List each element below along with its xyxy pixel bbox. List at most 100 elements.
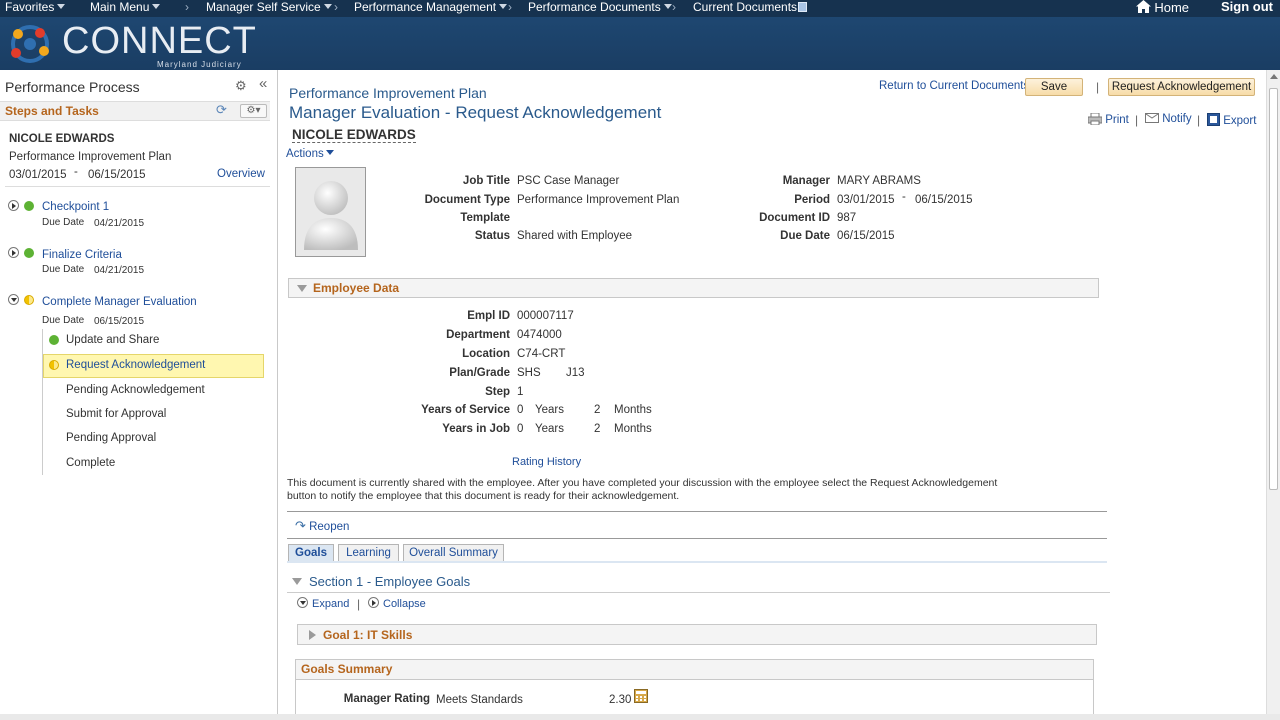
chevron-down-icon xyxy=(663,4,672,9)
due-date-label: Due Date xyxy=(42,264,85,275)
plan-value: SHS xyxy=(517,367,541,379)
separator: | xyxy=(357,597,361,611)
years-in-job-years: 0 xyxy=(517,423,524,435)
export-link[interactable]: Export xyxy=(1207,113,1256,127)
chevron-down-icon xyxy=(325,150,334,155)
task-complete[interactable]: Complete xyxy=(66,457,115,469)
overview-link[interactable]: Overview xyxy=(217,168,265,180)
print-icon xyxy=(1087,112,1103,126)
complete-status-icon xyxy=(24,248,34,258)
calculator-icon[interactable] xyxy=(634,689,648,703)
reopen-icon: ↷ xyxy=(295,518,306,533)
due-date-label: Due Date xyxy=(42,315,85,326)
collapse-step-button[interactable] xyxy=(8,294,19,305)
years-word: Years xyxy=(535,423,564,435)
job-title-label: Job Title xyxy=(462,175,510,187)
in-progress-status-icon xyxy=(49,360,59,370)
reopen-link[interactable]: ↷ Reopen xyxy=(295,518,349,534)
tab-learning[interactable]: Learning xyxy=(338,544,399,562)
task-pending-approval[interactable]: Pending Approval xyxy=(66,432,156,444)
step-checkpoint-1[interactable]: Checkpoint 1 xyxy=(42,201,109,213)
grade-value: J13 xyxy=(566,367,585,379)
toolbar-separator: | xyxy=(1197,113,1201,127)
print-link[interactable]: Print xyxy=(1087,112,1129,126)
nav-main-menu[interactable]: Main Menu xyxy=(90,0,161,14)
notify-icon xyxy=(1145,113,1159,123)
divider xyxy=(287,538,1107,539)
toolbar-separator: | xyxy=(1135,113,1139,127)
steps-header-label: Steps and Tasks xyxy=(5,104,99,118)
gear-icon[interactable]: ⚙ xyxy=(235,78,247,94)
page-title: Manager Evaluation - Request Acknowledge… xyxy=(289,103,662,122)
years-in-job-label: Years in Job xyxy=(442,423,510,435)
main-content: Performance Improvement Plan Manager Eva… xyxy=(279,70,1266,714)
home-link[interactable]: Home xyxy=(1136,0,1189,15)
nav-current-documents[interactable]: Current Documents xyxy=(693,0,808,14)
scrollbar-thumb[interactable] xyxy=(1269,88,1278,490)
breadcrumb-separator: › xyxy=(508,0,512,14)
months-word: Months xyxy=(614,423,652,435)
expand-all-link[interactable]: Expand xyxy=(297,597,349,610)
department-value: 0474000 xyxy=(517,329,562,341)
task-request-acknowledgement[interactable]: Request Acknowledgement xyxy=(66,359,205,371)
reopen-label: Reopen xyxy=(309,521,350,533)
collapse-panel-icon[interactable]: « xyxy=(259,75,267,92)
collapse-section-icon[interactable] xyxy=(292,578,302,585)
export-icon xyxy=(1207,113,1220,126)
actions-label: Actions xyxy=(286,148,324,160)
tab-overall-summary[interactable]: Overall Summary xyxy=(403,544,504,562)
horizontal-scrollbar[interactable] xyxy=(0,714,1280,720)
task-update-and-share[interactable]: Update and Share xyxy=(66,334,159,346)
years-word: Years xyxy=(535,404,564,416)
home-label: Home xyxy=(1154,0,1190,15)
collapse-label: Collapse xyxy=(383,598,426,610)
chevron-down-icon xyxy=(499,4,508,9)
period-label: Period xyxy=(794,194,830,206)
empl-id-label: Empl ID xyxy=(467,310,510,322)
nav-performance-management[interactable]: Performance Management xyxy=(354,0,508,14)
collapse-all-link[interactable]: Collapse xyxy=(368,597,426,610)
step-label: Step xyxy=(485,386,510,398)
years-of-service-label: Years of Service xyxy=(421,404,510,416)
settings-menu-button[interactable]: ⚙▾ xyxy=(240,104,267,118)
nav-manager-self-service[interactable]: Manager Self Service xyxy=(206,0,332,14)
step-finalize-criteria[interactable]: Finalize Criteria xyxy=(42,249,122,261)
notify-label: Notify xyxy=(1162,113,1192,125)
manager-label: Manager xyxy=(782,175,830,187)
goal-1-header[interactable]: Goal 1: IT Skills xyxy=(297,624,1097,645)
expand-step-button[interactable] xyxy=(8,200,19,211)
print-label: Print xyxy=(1105,114,1129,126)
scroll-up-arrow-icon[interactable] xyxy=(1270,74,1278,79)
nav-performance-documents[interactable]: Performance Documents xyxy=(528,0,672,14)
tab-goals[interactable]: Goals xyxy=(288,544,334,562)
period-end: 06/15/2015 xyxy=(88,169,146,181)
months-word: Months xyxy=(614,404,652,416)
actions-menu[interactable]: Actions xyxy=(286,148,334,160)
collapse-section-icon xyxy=(297,285,307,292)
period-start: 03/01/2015 xyxy=(9,169,67,181)
avatar-icon xyxy=(304,181,358,250)
document-id-label: Document ID xyxy=(759,212,830,224)
tab-underline xyxy=(287,561,1107,563)
department-label: Department xyxy=(446,329,510,341)
nav-favorites[interactable]: Favorites xyxy=(5,0,66,14)
logo-text: CONNECT xyxy=(62,20,257,62)
manager-value: MARY ABRAMS xyxy=(837,175,921,187)
return-to-current-documents-link[interactable]: Return to Current Documents xyxy=(879,80,1029,92)
step-value: 1 xyxy=(517,386,524,398)
sign-out-link[interactable]: Sign out xyxy=(1221,0,1273,14)
vertical-scrollbar[interactable] xyxy=(1266,70,1280,714)
location-value: C74-CRT xyxy=(517,348,566,360)
document-type-value: Performance Improvement Plan xyxy=(517,194,680,206)
task-pending-acknowledgement[interactable]: Pending Acknowledgement xyxy=(66,384,205,396)
request-acknowledgement-button[interactable]: Request Acknowledgement xyxy=(1108,78,1255,96)
notify-link[interactable]: Notify xyxy=(1145,113,1192,125)
employee-data-section-header[interactable]: Employee Data xyxy=(288,278,1099,298)
goals-summary-panel: Goals Summary Manager Rating Meets Stand… xyxy=(295,659,1094,714)
task-submit-for-approval[interactable]: Submit for Approval xyxy=(66,408,166,420)
refresh-icon[interactable]: ⟳ xyxy=(216,102,227,118)
step-complete-manager-evaluation[interactable]: Complete Manager Evaluation xyxy=(42,296,197,308)
expand-step-button[interactable] xyxy=(8,247,19,258)
rating-history-link[interactable]: Rating History xyxy=(512,456,581,468)
save-button[interactable]: Save xyxy=(1025,78,1083,96)
